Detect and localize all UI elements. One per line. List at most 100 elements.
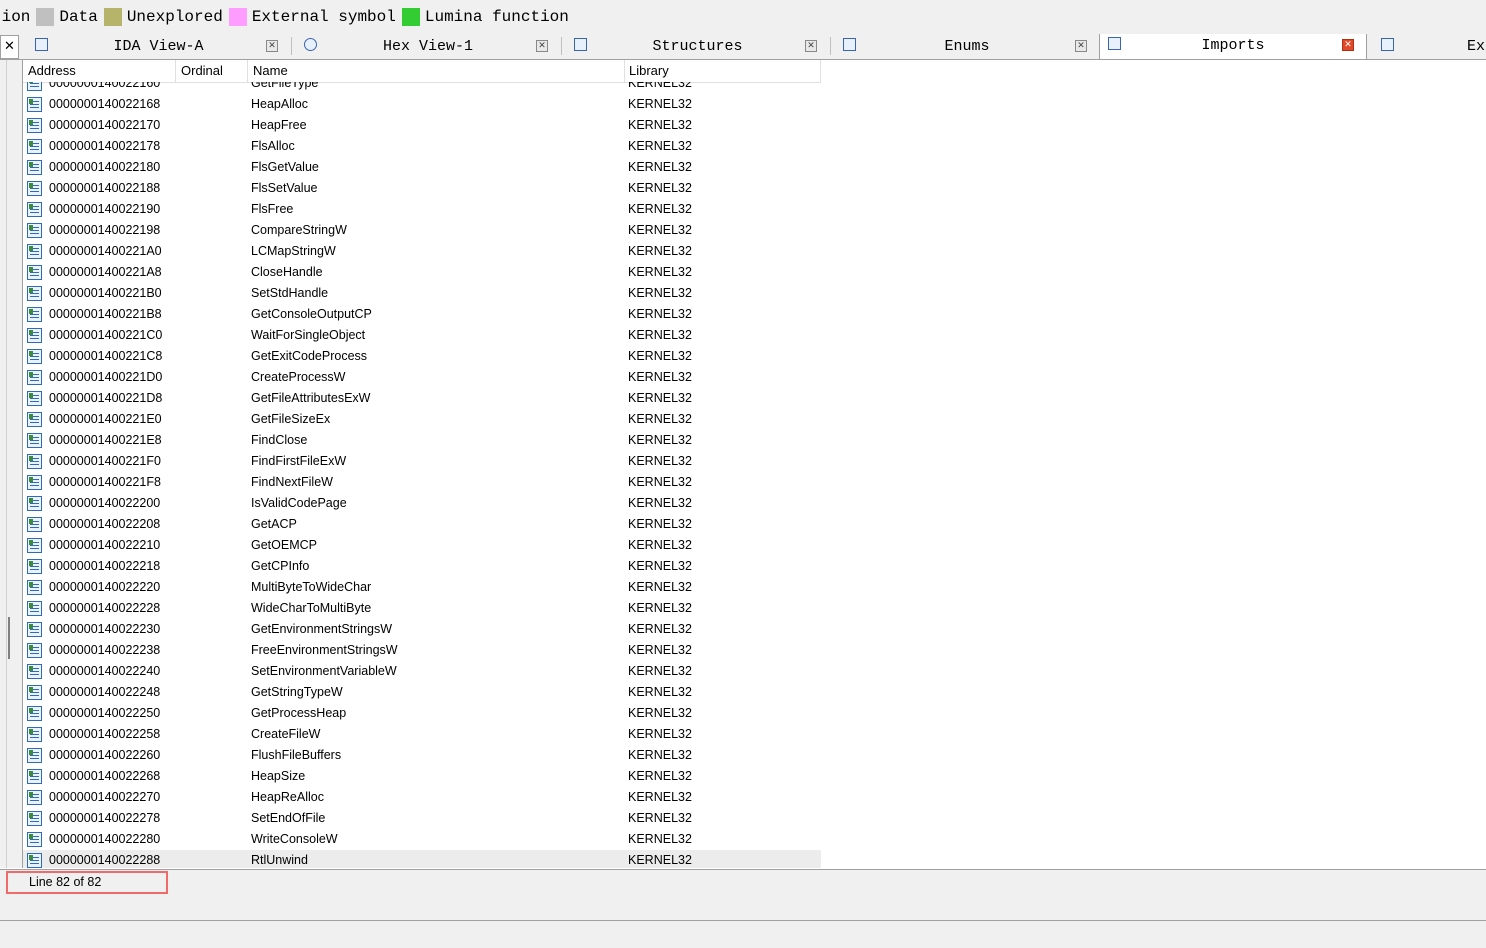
cell-library: KERNEL32: [628, 412, 692, 426]
column-header-address[interactable]: Address: [23, 60, 176, 82]
table-row[interactable]: 0000000140022180 FlsGetValue KERNEL32: [23, 157, 821, 178]
tab-close-icon[interactable]: ✕: [1342, 39, 1354, 51]
cell-library: KERNEL32: [628, 160, 692, 174]
table-row[interactable]: 0000000140022268 HeapSize KERNEL32: [23, 766, 821, 787]
table-row[interactable]: 0000000140022278 SetEndOfFile KERNEL32: [23, 808, 821, 829]
tab-structures[interactable]: Structures ✕: [566, 35, 829, 59]
table-row[interactable]: 0000000140022188 FlsSetValue KERNEL32: [23, 178, 821, 199]
table-row[interactable]: 0000000140022200 IsValidCodePage KERNEL32: [23, 493, 821, 514]
table-row[interactable]: 0000000140022270 HeapReAlloc KERNEL32: [23, 787, 821, 808]
cell-address: 0000000140022188: [49, 181, 161, 195]
table-body: 0000000140022160 GetFileType KERNEL32 00…: [23, 82, 821, 868]
import-function-icon: [27, 82, 42, 91]
table-row[interactable]: 0000000140022228 WideCharToMultiByte KERNE…: [23, 598, 821, 619]
cell-name: WaitForSingleObject: [251, 328, 366, 342]
cell-address: 0000000140022160: [49, 82, 161, 90]
cell-name: IsValidCodePage: [251, 496, 347, 510]
tab-close-icon[interactable]: ✕: [1075, 40, 1087, 52]
tab-close-icon[interactable]: ✕: [266, 40, 278, 52]
cell-ordinal: [178, 766, 248, 787]
legend-item-data: Data: [36, 7, 98, 26]
table-row[interactable]: 0000000140022160 GetFileType KERNEL32: [23, 82, 821, 94]
cell-address: 0000000140022208: [49, 517, 161, 531]
import-function-icon: [27, 748, 42, 763]
cell-name: FlushFileBuffers: [251, 748, 342, 762]
tab-exports[interactable]: Ex: [1373, 35, 1486, 59]
cell-address: 0000000140022200: [49, 496, 161, 510]
table-row[interactable]: 0000000140022210 GetOEMCP KERNEL32: [23, 535, 821, 556]
cell-name: WriteConsoleW: [251, 832, 338, 846]
cell-ordinal: [178, 535, 248, 556]
cell-address: 00000001400221D8: [49, 391, 163, 405]
table-row[interactable]: 0000000140022218 GetCPInfo KERNEL32: [23, 556, 821, 577]
column-header-ordinal[interactable]: Ordinal: [176, 60, 248, 82]
table-row[interactable]: 0000000140022198 CompareStringW KERNEL32: [23, 220, 821, 241]
cell-library: KERNEL32: [628, 685, 692, 699]
scrollbar-thumb[interactable]: [8, 617, 10, 659]
cell-ordinal: [178, 598, 248, 619]
close-icon[interactable]: ✕: [0, 35, 19, 59]
cell-library: KERNEL32: [628, 832, 692, 846]
cell-library: KERNEL32: [628, 181, 692, 195]
column-header-name[interactable]: Name: [248, 60, 625, 82]
table-row[interactable]: 00000001400221F0 FindFirstFileExW KERNEL32: [23, 451, 821, 472]
table-row[interactable]: 0000000140022250 GetProcessHeap KERNEL32: [23, 703, 821, 724]
import-function-icon: [27, 349, 42, 364]
table-row[interactable]: 0000000140022288 RtlUnwind KERNEL32: [23, 850, 821, 868]
cell-address: 00000001400221A8: [49, 265, 162, 279]
table-row[interactable]: 0000000140022208 GetACP KERNEL32: [23, 514, 821, 535]
tabs-bar: ✕ IDA View-A ✕ Hex View-1 ✕ Structures ✕…: [0, 33, 1486, 60]
table-row[interactable]: 0000000140022258 CreateFileW KERNEL32: [23, 724, 821, 745]
table-row[interactable]: 0000000140022240 SetEnvironmentVariableW K…: [23, 661, 821, 682]
table-row[interactable]: 0000000140022230 GetEnvironmentStringsW KE…: [23, 619, 821, 640]
table-row[interactable]: 00000001400221B0 SetStdHandle KERNEL32: [23, 283, 821, 304]
import-function-icon: [27, 559, 42, 574]
divider: [0, 920, 1486, 921]
import-function-icon: [27, 265, 42, 280]
table-row[interactable]: 0000000140022170 HeapFree KERNEL32: [23, 115, 821, 136]
table-row[interactable]: 0000000140022260 FlushFileBuffers KERNEL32: [23, 745, 821, 766]
cell-ordinal: [178, 220, 248, 241]
table-row[interactable]: 0000000140022178 FlsAlloc KERNEL32: [23, 136, 821, 157]
cell-library: KERNEL32: [628, 97, 692, 111]
legend-label: tion: [0, 7, 31, 26]
table-row[interactable]: 00000001400221D0 CreateProcessW KERNEL32: [23, 367, 821, 388]
cell-library: KERNEL32: [628, 538, 692, 552]
cell-ordinal: [178, 115, 248, 136]
table-row[interactable]: 00000001400221A0 LCMapStringW KERNEL32: [23, 241, 821, 262]
divider: [6, 60, 7, 868]
table-row[interactable]: 0000000140022280 WriteConsoleW KERNEL32: [23, 829, 821, 850]
tab-close-icon[interactable]: ✕: [536, 40, 548, 52]
tab-ida-view-a[interactable]: IDA View-A ✕: [27, 35, 290, 59]
tab-close-icon[interactable]: ✕: [805, 40, 817, 52]
cell-ordinal: [178, 157, 248, 178]
cell-address: 0000000140022170: [49, 118, 161, 132]
table-row[interactable]: 00000001400221E8 FindClose KERNEL32: [23, 430, 821, 451]
table-row[interactable]: 0000000140022238 FreeEnvironmentStringsW K…: [23, 640, 821, 661]
tab-hex-view-1[interactable]: Hex View-1 ✕: [296, 35, 560, 59]
table-row[interactable]: 00000001400221D8 GetFileAttributesExW KERN…: [23, 388, 821, 409]
tab-enums[interactable]: Enums ✕: [835, 35, 1099, 59]
legend-item-function: tion: [0, 8, 30, 26]
table-row[interactable]: 00000001400221C8 GetExitCodeProcess KERNEL…: [23, 346, 821, 367]
table-row[interactable]: 00000001400221E0 GetFileSizeEx KERNEL32: [23, 409, 821, 430]
cell-ordinal: [178, 94, 248, 115]
column-header-library[interactable]: Library: [624, 60, 821, 82]
table-row[interactable]: 00000001400221F8 FindNextFileW KERNEL32: [23, 472, 821, 493]
table-row[interactable]: 0000000140022190 FlsFree KERNEL32: [23, 199, 821, 220]
cell-address: 0000000140022178: [49, 139, 161, 153]
cell-address: 0000000140022288: [49, 853, 161, 867]
cell-address: 0000000140022168: [49, 97, 161, 111]
tab-label: Structures: [652, 38, 743, 55]
table-row[interactable]: 0000000140022168 HeapAlloc KERNEL32: [23, 94, 821, 115]
table-row[interactable]: 00000001400221C0 WaitForSingleObject KERNE…: [23, 325, 821, 346]
tab-imports[interactable]: Imports ✕: [1099, 34, 1367, 59]
import-function-icon: [27, 202, 42, 217]
table-row[interactable]: 0000000140022248 GetStringTypeW KERNEL32: [23, 682, 821, 703]
tab-separator: [561, 37, 562, 55]
cell-library: KERNEL32: [628, 244, 692, 258]
table-row[interactable]: 0000000140022220 MultiByteToWideChar KERNE…: [23, 577, 821, 598]
table-row[interactable]: 00000001400221A8 CloseHandle KERNEL32: [23, 262, 821, 283]
table-row[interactable]: 00000001400221B8 GetConsoleOutputCP KERNEL…: [23, 304, 821, 325]
cell-library: KERNEL32: [628, 517, 692, 531]
